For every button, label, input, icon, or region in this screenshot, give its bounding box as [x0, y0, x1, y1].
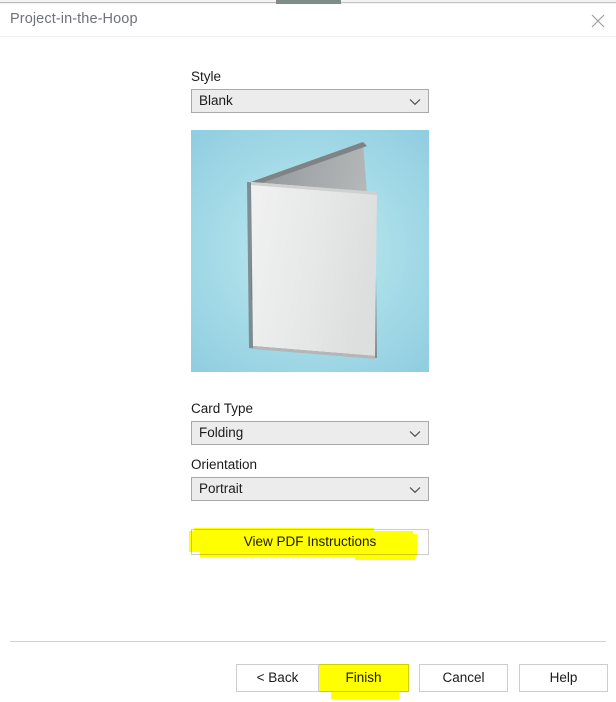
card-type-label: Card Type	[191, 401, 254, 416]
orientation-dropdown-value: Portrait	[199, 481, 243, 496]
card-type-dropdown-value: Folding	[199, 425, 244, 440]
footer-divider	[10, 641, 606, 642]
window-strip-right	[341, 2, 616, 3]
title-bar-divider	[0, 36, 616, 37]
close-button[interactable]	[583, 6, 613, 34]
card-front-panel	[247, 182, 377, 359]
orientation-dropdown[interactable]: Portrait	[191, 477, 429, 501]
style-dropdown[interactable]: Blank	[191, 89, 429, 113]
view-pdf-instructions-button[interactable]: View PDF Instructions	[191, 529, 429, 555]
back-button[interactable]: < Back	[236, 664, 319, 692]
help-button[interactable]: Help	[519, 664, 608, 692]
help-button-label: Help	[549, 670, 578, 685]
finish-button[interactable]: Finish	[318, 664, 409, 692]
window-title: Project-in-the-Hoop	[10, 11, 138, 27]
back-button-label: < Back	[256, 670, 299, 685]
orientation-label: Orientation	[191, 457, 258, 472]
chevron-down-icon	[409, 486, 421, 494]
window-strip-left	[0, 2, 276, 3]
chevron-down-icon	[409, 430, 421, 438]
chevron-down-icon	[409, 98, 421, 106]
close-icon	[583, 14, 613, 28]
card-preview-image	[191, 130, 429, 372]
style-label: Style	[191, 69, 222, 84]
title-bar: Project-in-the-Hoop	[0, 4, 616, 36]
card-type-dropdown[interactable]: Folding	[191, 421, 429, 445]
finish-button-label: Finish	[345, 670, 382, 685]
cancel-button[interactable]: Cancel	[419, 664, 508, 692]
cancel-button-label: Cancel	[442, 670, 485, 685]
style-dropdown-value: Blank	[199, 93, 233, 108]
view-pdf-instructions-label: View PDF Instructions	[243, 534, 377, 549]
